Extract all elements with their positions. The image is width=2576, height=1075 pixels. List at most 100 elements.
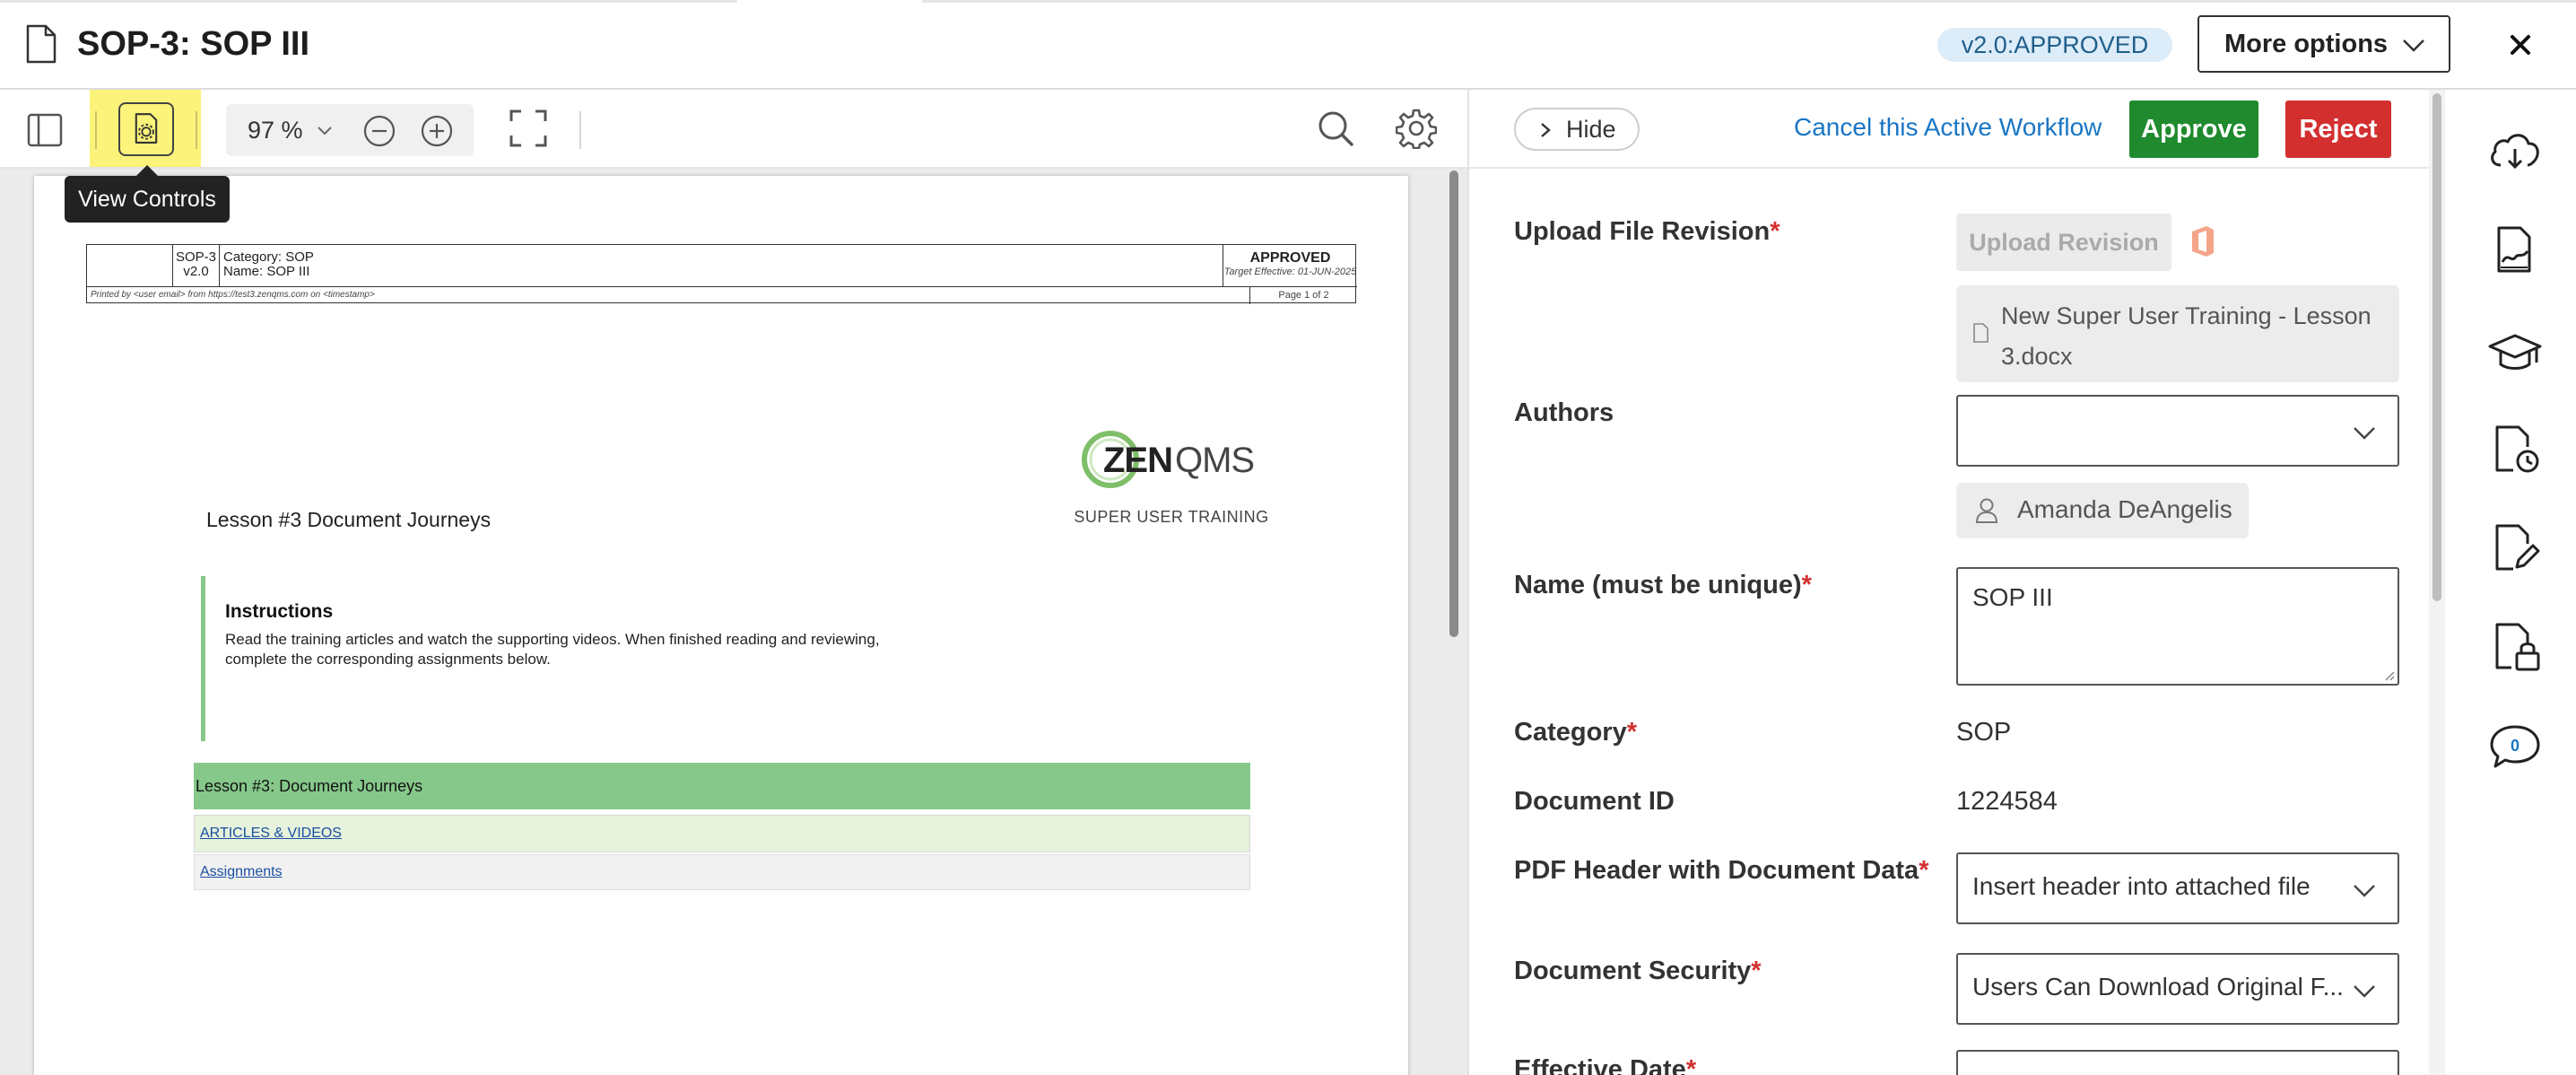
title-bar: SOP-3: SOP III v2.0:APPROVED More option… — [0, 0, 2576, 90]
chevron-right-icon — [1541, 123, 1551, 137]
required-mark: * — [1801, 571, 1812, 599]
chevron-down-icon[interactable] — [316, 124, 334, 138]
document-security-label: Document Security* — [1514, 957, 1762, 986]
header-status-cell: APPROVED Target Effective: 01-JUN-2025 — [1223, 245, 1357, 286]
document-history-icon[interactable] — [2486, 424, 2544, 477]
header-target-effective: Target Effective: 01-JUN-2025 — [1223, 267, 1357, 277]
approve-button[interactable]: Approve — [2129, 101, 2258, 158]
document-security-select[interactable]: Users Can Download Original F... — [1956, 953, 2399, 1025]
chevron-down-icon — [2403, 39, 2424, 52]
document-icon — [26, 24, 57, 64]
chevron-down-icon — [2354, 427, 2375, 440]
search-icon[interactable] — [1317, 109, 1354, 147]
hide-button[interactable]: Hide — [1514, 108, 1640, 151]
articles-row: ARTICLES & VIDEOS — [194, 815, 1250, 852]
zoom-control: 97 % — [226, 104, 474, 156]
authors-select[interactable] — [1956, 395, 2399, 467]
cancel-workflow-link[interactable]: Cancel this Active Workflow — [1794, 113, 2102, 142]
svg-text:ZEN: ZEN — [1103, 441, 1172, 480]
header-logo-cell — [87, 245, 173, 286]
viewer-scrollbar[interactable] — [1448, 169, 1460, 1075]
view-controls-tooltip: View Controls — [65, 165, 230, 223]
reject-button[interactable]: Reject — [2285, 101, 2391, 158]
more-options-button[interactable]: More options — [2197, 15, 2450, 73]
instructions-block: Instructions Read the training articles … — [201, 576, 954, 741]
toolbar-divider — [196, 111, 197, 149]
top-progress-strip — [0, 0, 2576, 3]
upload-revision-label: Upload File Revision* — [1514, 217, 1780, 247]
comments-icon[interactable]: 0 — [2486, 720, 2544, 773]
attached-file-chip[interactable]: New Super User Training - Lesson 3.docx — [1956, 285, 2399, 382]
document-security-select-value: Users Can Download Original F... — [1972, 973, 2344, 1001]
more-options-label: More options — [2224, 30, 2389, 58]
toolbar-divider — [579, 111, 581, 149]
viewer-scrollbar-thumb[interactable] — [1449, 170, 1458, 637]
required-mark: * — [1751, 957, 1762, 985]
articles-videos-link[interactable]: ARTICLES & VIDEOS — [200, 826, 342, 841]
person-icon — [1975, 498, 1998, 523]
close-icon[interactable] — [2502, 27, 2538, 63]
resize-grip-icon[interactable] — [2380, 667, 2395, 681]
effective-date-field[interactable] — [1956, 1050, 2399, 1075]
training-cap-icon[interactable] — [2486, 325, 2544, 379]
page-title: SOP-3: SOP III — [77, 25, 310, 63]
comments-count: 0 — [2511, 737, 2519, 755]
attached-file-name: New Super User Training - Lesson 3.docx — [2001, 302, 2371, 370]
assignments-link[interactable]: Assignments — [200, 864, 283, 879]
fullscreen-icon[interactable] — [509, 109, 547, 147]
svg-text:QMS: QMS — [1175, 441, 1254, 480]
document-settings-icon — [135, 113, 158, 144]
lesson-title: Lesson #3 Document Journeys — [206, 508, 492, 531]
panel-scrollbar-thumb[interactable] — [2432, 93, 2441, 601]
upload-revision-label-text: Upload File Revision — [1514, 217, 1771, 246]
file-icon — [1973, 323, 1989, 343]
workflow-actions-bar: Hide Cancel this Active Workflow Approve… — [1469, 90, 2429, 169]
document-name-value: SOP III — [1972, 583, 2053, 611]
viewer-toolbar: 97 % — [0, 90, 1467, 169]
gear-icon[interactable] — [1396, 108, 1437, 149]
document-security-label-text: Document Security — [1514, 957, 1752, 985]
header-footer-row: Printed by <user email> from https://tes… — [87, 286, 1357, 304]
document-viewer[interactable]: SOP-3 v2.0 Category: SOP Name: SOP III A… — [0, 169, 1467, 1075]
panel-scrollbar[interactable] — [2429, 90, 2445, 1075]
app-root: SOP-3: SOP III v2.0:APPROVED More option… — [0, 0, 2576, 1075]
effective-date-label: Effective Date* — [1514, 1055, 1696, 1075]
cloud-download-icon[interactable] — [2486, 124, 2544, 178]
header-info-cell: Category: SOP Name: SOP III — [220, 245, 1223, 286]
right-icon-rail: 0 — [2445, 90, 2576, 1075]
pdf-header-label: PDF Header with Document Data* — [1514, 856, 1928, 886]
document-lock-icon[interactable] — [2486, 621, 2544, 675]
document-id-label: Document ID — [1514, 787, 1675, 816]
office-icon[interactable] — [2189, 224, 2217, 258]
pdf-header-select[interactable]: Insert header into attached file — [1956, 852, 2399, 924]
document-name-label: Name (must be unique)* — [1514, 571, 1812, 600]
pdf-header-label-text: PDF Header with Document Data — [1514, 856, 1919, 885]
header-doc-version: v2.0 — [183, 264, 209, 279]
document-name-field[interactable]: SOP III — [1956, 567, 2399, 686]
page-info: Page 1 of 2 — [1249, 287, 1357, 304]
header-doc-number: SOP-3 — [175, 249, 216, 265]
instructions-body: Read the training articles and watch the… — [225, 631, 880, 668]
assignments-row: Assignments — [194, 854, 1250, 890]
header-name: Name: SOP III — [223, 264, 310, 279]
sidebar-toggle-icon[interactable] — [27, 113, 63, 147]
upload-revision-button[interactable]: Upload Revision — [1956, 214, 2171, 271]
authors-label: Authors — [1514, 398, 1614, 427]
zoom-in-icon[interactable] — [420, 114, 454, 148]
zoom-out-icon[interactable] — [362, 114, 396, 148]
category-label-text: Category — [1514, 718, 1627, 747]
required-mark: * — [1626, 718, 1637, 747]
header-category: Category: SOP — [223, 249, 314, 265]
category-value: SOP — [1956, 718, 2012, 747]
document-id-value: 1224584 — [1956, 787, 2058, 816]
logo-tagline: SUPER USER TRAINING — [1074, 508, 1269, 526]
required-mark: * — [1685, 1055, 1697, 1075]
signature-document-icon[interactable] — [2486, 224, 2544, 278]
edit-document-icon[interactable] — [2486, 522, 2544, 576]
toolbar-divider — [95, 111, 97, 149]
author-chip[interactable]: Amanda DeAngelis — [1956, 483, 2249, 538]
view-controls-button[interactable] — [118, 102, 174, 156]
effective-date-label-text: Effective Date — [1514, 1055, 1686, 1075]
zoom-value[interactable]: 97 % — [248, 117, 303, 144]
required-mark: * — [1770, 217, 1780, 246]
